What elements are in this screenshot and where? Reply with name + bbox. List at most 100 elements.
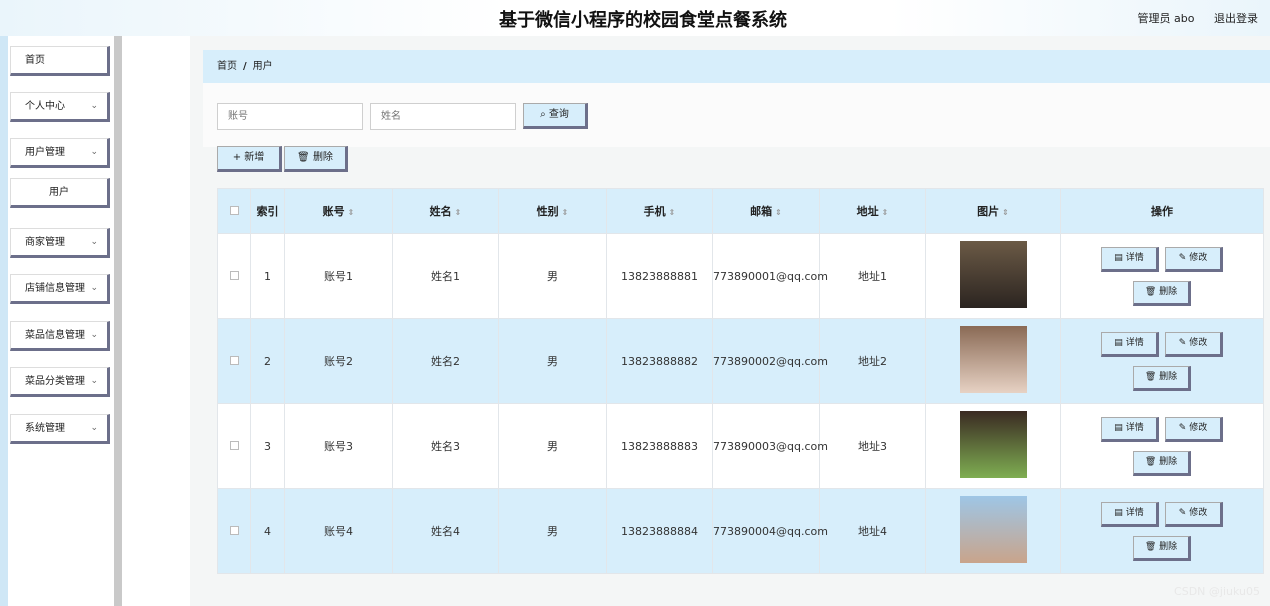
cell-name: 姓名2	[392, 318, 499, 404]
col-header-phone[interactable]: 手机 ⇕	[606, 188, 713, 234]
sidebar-item-label: 用户管理	[25, 147, 65, 158]
logout-link[interactable]: 退出登录	[1214, 12, 1258, 25]
edit-button[interactable]: ✎ 修改	[1165, 416, 1223, 442]
document-icon: ▤	[1114, 252, 1123, 263]
edit-button[interactable]: ✎ 修改	[1165, 331, 1223, 357]
row-checkbox[interactable]	[229, 355, 239, 365]
edit-label: 修改	[1189, 507, 1208, 518]
sort-icon[interactable]: ⇕	[455, 208, 462, 217]
row-select-cell[interactable]	[217, 403, 251, 489]
col-header-gender[interactable]: 性别 ⇕	[498, 188, 607, 234]
row-select-cell[interactable]	[217, 318, 251, 404]
select-all-cell[interactable]	[217, 188, 251, 234]
header-label: 账号	[322, 205, 345, 218]
col-header-name[interactable]: 姓名 ⇕	[392, 188, 499, 234]
user-photo[interactable]	[959, 496, 1027, 563]
delete-button[interactable]: 🗑 删除	[1133, 450, 1191, 476]
delete-button[interactable]: 🗑 删除	[1133, 280, 1191, 306]
cell-gender: 男	[498, 233, 607, 319]
table-row: 2 账号2 姓名2 男 13823888882 773890002@qq.com…	[217, 318, 1264, 404]
row-checkbox[interactable]	[229, 270, 239, 280]
sidebar-item-home[interactable]: 首页	[10, 46, 110, 76]
sidebar-item-label: 菜品分类管理	[25, 376, 85, 387]
cell-email: 773890002@qq.com	[712, 318, 828, 404]
table-row: 1 账号1 姓名1 男 13823888881 773890001@qq.com…	[217, 233, 1264, 319]
col-header-photo[interactable]: 图片 ⇕	[925, 188, 1061, 234]
edit-label: 修改	[1189, 422, 1208, 433]
cell-account: 账号2	[284, 318, 393, 404]
detail-button[interactable]: ▤ 详情	[1101, 246, 1159, 272]
cell-account: 账号3	[284, 403, 393, 489]
add-button[interactable]: + 新增	[217, 146, 282, 172]
chevron-down-icon: ⌄	[90, 330, 98, 340]
select-all-checkbox[interactable]	[229, 205, 239, 215]
sort-icon[interactable]: ⇕	[669, 208, 676, 217]
chevron-down-icon: ⌄	[90, 376, 98, 386]
delete-button[interactable]: 🗑 删除	[1133, 535, 1191, 561]
user-photo[interactable]	[959, 241, 1027, 308]
row-select-cell[interactable]	[217, 488, 251, 574]
sidebar-item-dish-category[interactable]: 菜品分类管理 ⌄	[10, 367, 110, 397]
delete-label: 删除	[1159, 371, 1178, 382]
detail-button[interactable]: ▤ 详情	[1101, 331, 1159, 357]
breadcrumb-home[interactable]: 首页	[217, 61, 237, 72]
breadcrumb-separator: /	[243, 61, 247, 72]
user-photo[interactable]	[959, 411, 1027, 478]
breadcrumb-current: 用户	[252, 61, 273, 72]
sort-icon[interactable]: ⇕	[882, 208, 889, 217]
name-search-input[interactable]	[370, 103, 516, 130]
header-label: 索引	[256, 205, 279, 218]
top-bar: 基于微信小程序的校园食堂点餐系统 管理员 abo 退出登录	[0, 0, 1270, 36]
detail-button[interactable]: ▤ 详情	[1101, 416, 1159, 442]
col-header-address[interactable]: 地址 ⇕	[819, 188, 926, 234]
sort-icon[interactable]: ⇕	[775, 208, 782, 217]
cell-address: 地址1	[819, 233, 926, 319]
sidebar-item-merchant-management[interactable]: 商家管理 ⌄	[10, 228, 110, 258]
edit-button[interactable]: ✎ 修改	[1165, 501, 1223, 527]
sidebar-item-dish-info[interactable]: 菜品信息管理 ⌄	[10, 321, 110, 351]
sort-icon[interactable]: ⇕	[562, 208, 569, 217]
cell-index: 3	[250, 403, 285, 489]
account-search-input[interactable]	[217, 103, 363, 130]
sort-icon[interactable]: ⇕	[348, 208, 355, 217]
header-label: 姓名	[429, 205, 452, 218]
col-header-email[interactable]: 邮箱 ⇕	[712, 188, 820, 234]
watermark: CSDN @jiuku05	[1174, 585, 1260, 598]
cell-phone: 13823888881	[606, 233, 713, 319]
pencil-icon: ✎	[1178, 422, 1187, 433]
table-header-row: 索引 账号 ⇕ 姓名 ⇕ 性别 ⇕ 手机 ⇕ 邮箱 ⇕ 地址 ⇕ 图片 ⇕ 操作	[217, 188, 1264, 234]
cell-name: 姓名4	[392, 488, 499, 574]
sidebar-item-user-management[interactable]: 用户管理 ⌄	[10, 138, 110, 168]
row-checkbox[interactable]	[229, 440, 239, 450]
sidebar-item-profile[interactable]: 个人中心 ⌄	[10, 92, 110, 122]
sidebar-item-system[interactable]: 系统管理 ⌄	[10, 414, 110, 444]
cell-email: 773890004@qq.com	[712, 488, 828, 574]
decorative-dots	[350, 168, 1250, 172]
row-checkbox[interactable]	[229, 525, 239, 535]
trash-icon: 🗑	[297, 152, 310, 163]
document-icon: ▤	[1114, 507, 1123, 518]
sidebar-item-users[interactable]: 用户	[10, 178, 110, 208]
bulk-delete-button[interactable]: 🗑 删除	[284, 146, 348, 172]
sort-icon[interactable]: ⇕	[1002, 208, 1009, 217]
header-label: 手机	[643, 205, 666, 218]
detail-label: 详情	[1125, 337, 1144, 348]
table-row: 4 账号4 姓名4 男 13823888884 773890004@qq.com…	[217, 488, 1264, 574]
user-photo[interactable]	[959, 326, 1027, 393]
delete-button[interactable]: 🗑 删除	[1133, 365, 1191, 391]
cell-operations: ▤ 详情 ✎ 修改 🗑 删除	[1060, 403, 1264, 489]
edit-button[interactable]: ✎ 修改	[1165, 246, 1223, 272]
sidebar-item-label: 首页	[25, 55, 45, 66]
cell-phone: 13823888882	[606, 318, 713, 404]
sidebar-item-label: 菜品信息管理	[25, 330, 85, 341]
header-label: 邮箱	[750, 205, 773, 218]
sidebar-item-label: 系统管理	[25, 423, 65, 434]
col-header-account[interactable]: 账号 ⇕	[284, 188, 393, 234]
detail-button[interactable]: ▤ 详情	[1101, 501, 1159, 527]
chevron-down-icon: ⌄	[90, 101, 98, 111]
cell-gender: 男	[498, 403, 607, 489]
users-table: 索引 账号 ⇕ 姓名 ⇕ 性别 ⇕ 手机 ⇕ 邮箱 ⇕ 地址 ⇕ 图片 ⇕ 操作 1 账号1 …	[217, 188, 1264, 574]
query-button[interactable]: ⌕ 查询	[523, 103, 588, 129]
row-select-cell[interactable]	[217, 233, 251, 319]
sidebar-item-store-info[interactable]: 店铺信息管理 ⌄	[10, 274, 110, 304]
